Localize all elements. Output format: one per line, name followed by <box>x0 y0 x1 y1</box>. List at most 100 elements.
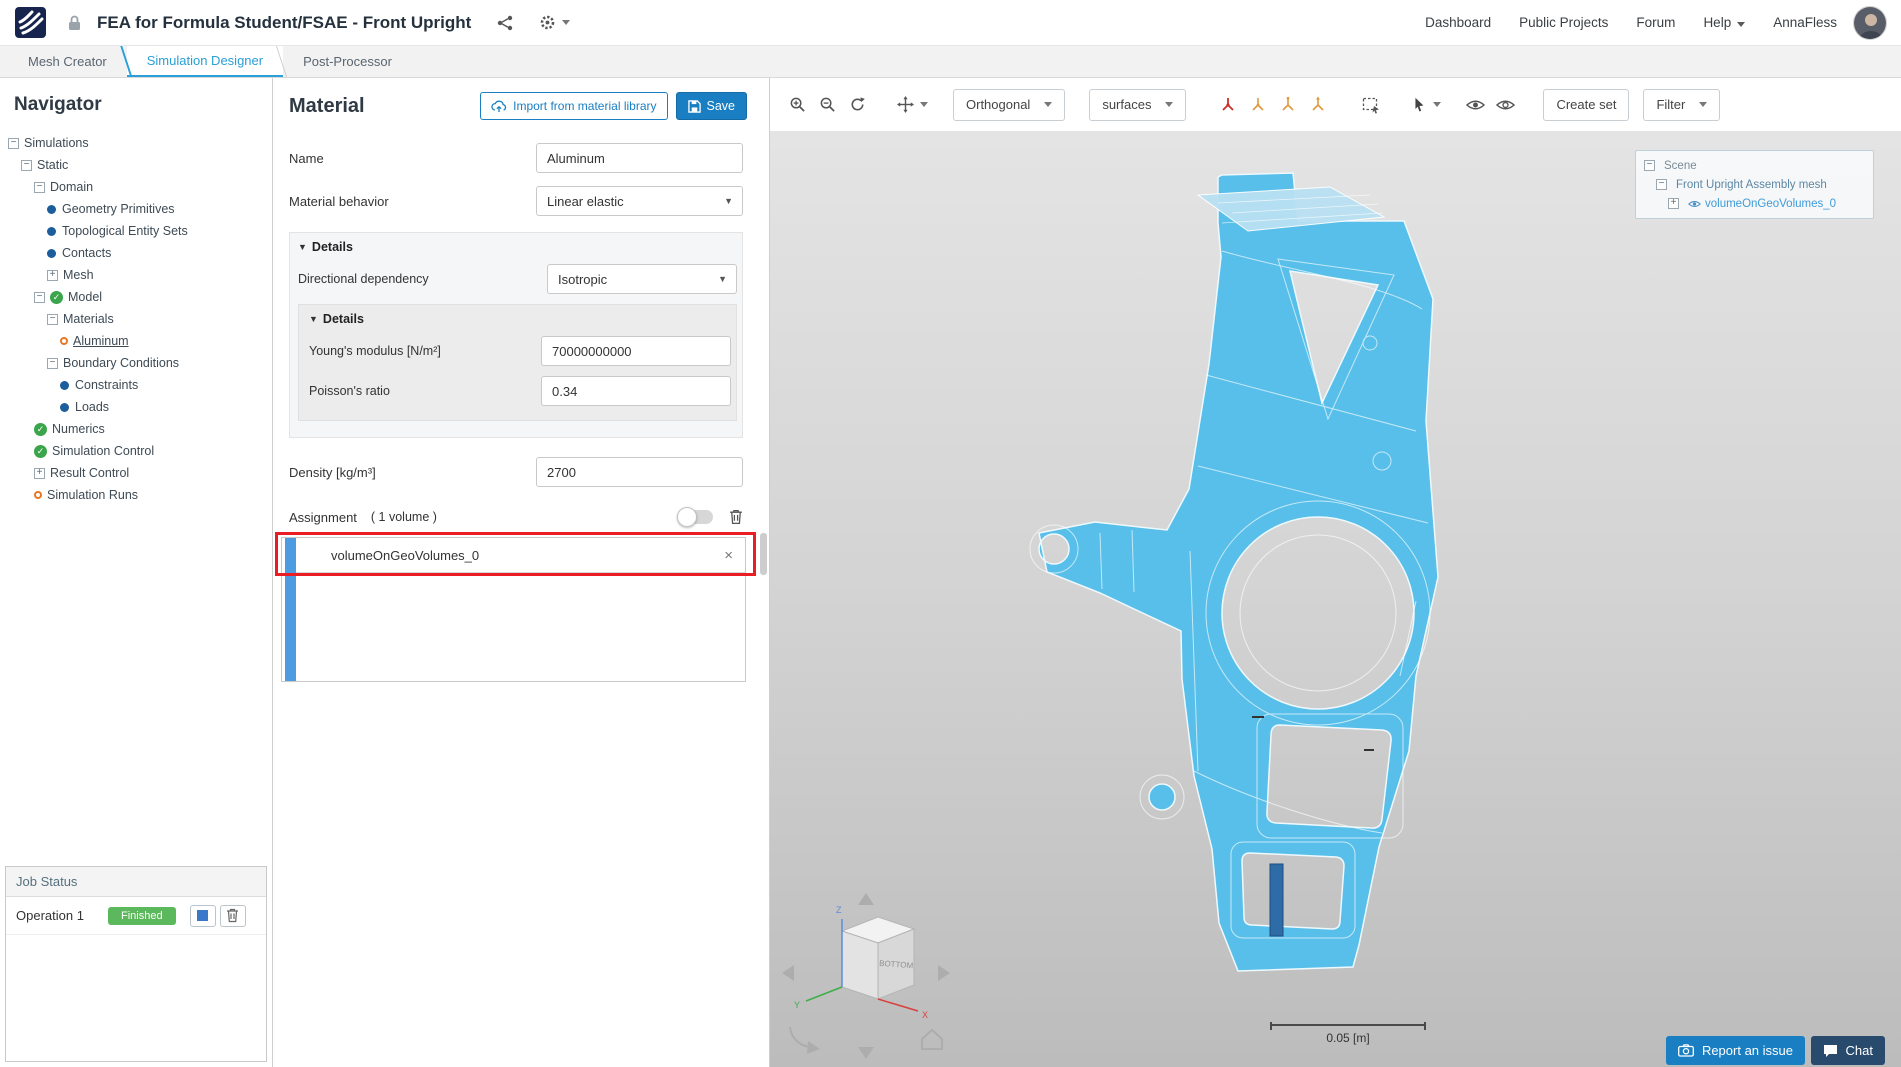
inner-details-header[interactable]: ▼ Details <box>309 312 731 326</box>
collapse-icon[interactable]: − <box>34 181 45 193</box>
report-issue-button[interactable]: Report an issue <box>1665 1036 1805 1065</box>
scene-item-front-upright-assembly-mesh[interactable]: − Front Upright Assembly mesh <box>1642 175 1867 194</box>
nav-dashboard[interactable]: Dashboard <box>1425 15 1491 30</box>
settings-button[interactable] <box>539 14 571 31</box>
remove-assignment-button[interactable]: × <box>724 547 733 564</box>
expand-icon[interactable]: + <box>47 269 58 281</box>
tree-item-topological-entity-sets[interactable]: Topological Entity Sets <box>0 220 272 242</box>
expand-icon[interactable]: + <box>1668 198 1679 209</box>
tree-item-materials[interactable]: − Materials <box>0 308 272 330</box>
collapse-icon[interactable]: − <box>8 137 19 149</box>
tree-item-simulations[interactable]: − Simulations <box>0 132 272 154</box>
complete-check-icon: ✓ <box>34 444 47 458</box>
axis-view-button-3[interactable] <box>1274 91 1301 118</box>
material-behavior-select[interactable]: Linear elastic ▼ <box>536 186 743 216</box>
viewport-canvas[interactable]: − Scene − Front Upright Assembly mesh + volum… <box>770 131 1901 1067</box>
zoom-out-button[interactable] <box>814 91 841 118</box>
isolate-button[interactable] <box>1492 91 1519 118</box>
share-button[interactable] <box>497 15 513 31</box>
tree-item-label: Geometry Primitives <box>62 202 175 216</box>
tree-item-simulation-runs[interactable]: Simulation Runs <box>0 484 272 506</box>
tree-item-mesh[interactable]: + Mesh <box>0 264 272 286</box>
directional-dependency-select[interactable]: Isotropic ▼ <box>547 264 737 294</box>
tree-item-domain[interactable]: − Domain <box>0 176 272 198</box>
viewport-toolbar: Orthogonal surfaces Create set Filter <box>770 78 1901 131</box>
incomplete-circle-icon <box>34 491 42 499</box>
tab-post-processor[interactable]: Post-Processor <box>283 46 412 77</box>
axes-orange-icon <box>1312 96 1324 111</box>
tree-item-geometry-primitives[interactable]: Geometry Primitives <box>0 198 272 220</box>
axis-view-button-1[interactable] <box>1214 91 1241 118</box>
model-body[interactable] <box>1038 172 1439 972</box>
chevron-down-icon <box>1699 102 1708 107</box>
collapse-icon[interactable]: − <box>34 291 45 303</box>
scene-item-scene[interactable]: − Scene <box>1642 156 1867 175</box>
nav-public-projects[interactable]: Public Projects <box>1519 15 1608 30</box>
youngs-modulus-input[interactable] <box>541 336 731 366</box>
assignment-row[interactable]: volumeOnGeoVolumes_0 × <box>296 538 745 573</box>
logo-icon <box>15 7 46 38</box>
tree-item-label: Simulation Control <box>52 444 155 458</box>
details-header[interactable]: ▼ Details <box>298 240 737 254</box>
delete-operation-button[interactable] <box>219 904 246 927</box>
tab-mesh-creator[interactable]: Mesh Creator <box>8 46 127 77</box>
tree-item-loads[interactable]: Loads <box>0 396 272 418</box>
save-button[interactable]: Save <box>675 92 747 120</box>
avatar[interactable] <box>1853 5 1887 40</box>
expand-icon[interactable]: + <box>34 467 45 479</box>
import-material-button[interactable]: Import from material library <box>480 92 668 120</box>
axes-orange-icon <box>1252 97 1264 111</box>
tree-item-aluminum[interactable]: Aluminum <box>0 330 272 352</box>
panel-scrollbar[interactable] <box>760 533 767 575</box>
scene-item-volumeongeovolumes-0[interactable]: + volumeOnGeoVolumes_0 <box>1642 194 1867 213</box>
nav-annafless[interactable]: AnnaFless <box>1773 15 1837 30</box>
panel-title: Material <box>289 94 365 117</box>
collapse-icon[interactable]: − <box>1644 160 1655 171</box>
name-input[interactable] <box>536 143 743 173</box>
filter-button[interactable]: Filter <box>1643 88 1721 121</box>
clear-assignment-button[interactable] <box>729 509 743 525</box>
collapse-icon[interactable]: − <box>21 159 32 171</box>
reset-view-button[interactable] <box>844 91 871 118</box>
show-hide-button[interactable] <box>1462 91 1489 118</box>
cube-left-face[interactable] <box>841 930 879 1000</box>
tree-item-boundary-conditions[interactable]: − Boundary Conditions <box>0 352 272 374</box>
collapse-icon[interactable]: − <box>47 357 58 369</box>
chat-button[interactable]: Chat <box>1810 1036 1885 1065</box>
tree-item-static[interactable]: − Static <box>0 154 272 176</box>
box-select-button[interactable] <box>1357 91 1384 118</box>
axis-view-button-2[interactable] <box>1244 91 1271 118</box>
assignment-toggle[interactable] <box>677 507 713 527</box>
model-selected-face[interactable] <box>1269 863 1284 937</box>
tree-item-label: Simulation Runs <box>47 488 139 502</box>
poisson-ratio-input[interactable] <box>541 376 731 406</box>
tree-item-contacts[interactable]: Contacts <box>0 242 272 264</box>
app-logo[interactable] <box>15 7 46 38</box>
nav-forum[interactable]: Forum <box>1636 15 1675 30</box>
visibility-eye-icon[interactable] <box>1688 199 1701 209</box>
tree-item-label: Model <box>68 290 103 304</box>
projection-mode-button[interactable]: Orthogonal <box>953 88 1066 121</box>
render-mode-button[interactable]: surfaces <box>1089 88 1187 121</box>
create-set-label: Create set <box>1556 97 1617 112</box>
tree-item-result-control[interactable]: + Result Control <box>0 462 272 484</box>
axis-view-button-4[interactable] <box>1304 91 1331 118</box>
collapse-icon[interactable]: − <box>1656 179 1667 190</box>
tree-item-numerics[interactable]: ✓ Numerics <box>0 418 272 440</box>
tree-item-constraints[interactable]: Constraints <box>0 374 272 396</box>
pan-tool-button[interactable] <box>892 91 932 118</box>
create-set-button[interactable]: Create set <box>1543 88 1630 121</box>
tree-item-model[interactable]: − ✓ Model <box>0 286 272 308</box>
home-view-icon[interactable] <box>921 1028 943 1050</box>
select-tool-button[interactable] <box>1406 91 1446 118</box>
zoom-in-button[interactable] <box>784 91 811 118</box>
view-cube[interactable]: BOTTOM Z Y X <box>780 889 960 1064</box>
density-input[interactable] <box>536 457 743 487</box>
nav-help[interactable]: Help <box>1703 15 1746 30</box>
tree-item-simulation-control[interactable]: ✓ Simulation Control <box>0 440 272 462</box>
stop-operation-button[interactable] <box>189 904 216 927</box>
import-button-label: Import from material library <box>513 99 657 113</box>
chevron-down-icon <box>1433 102 1442 107</box>
collapse-icon[interactable]: − <box>47 313 58 325</box>
tab-simulation-designer[interactable]: Simulation Designer <box>126 46 284 77</box>
